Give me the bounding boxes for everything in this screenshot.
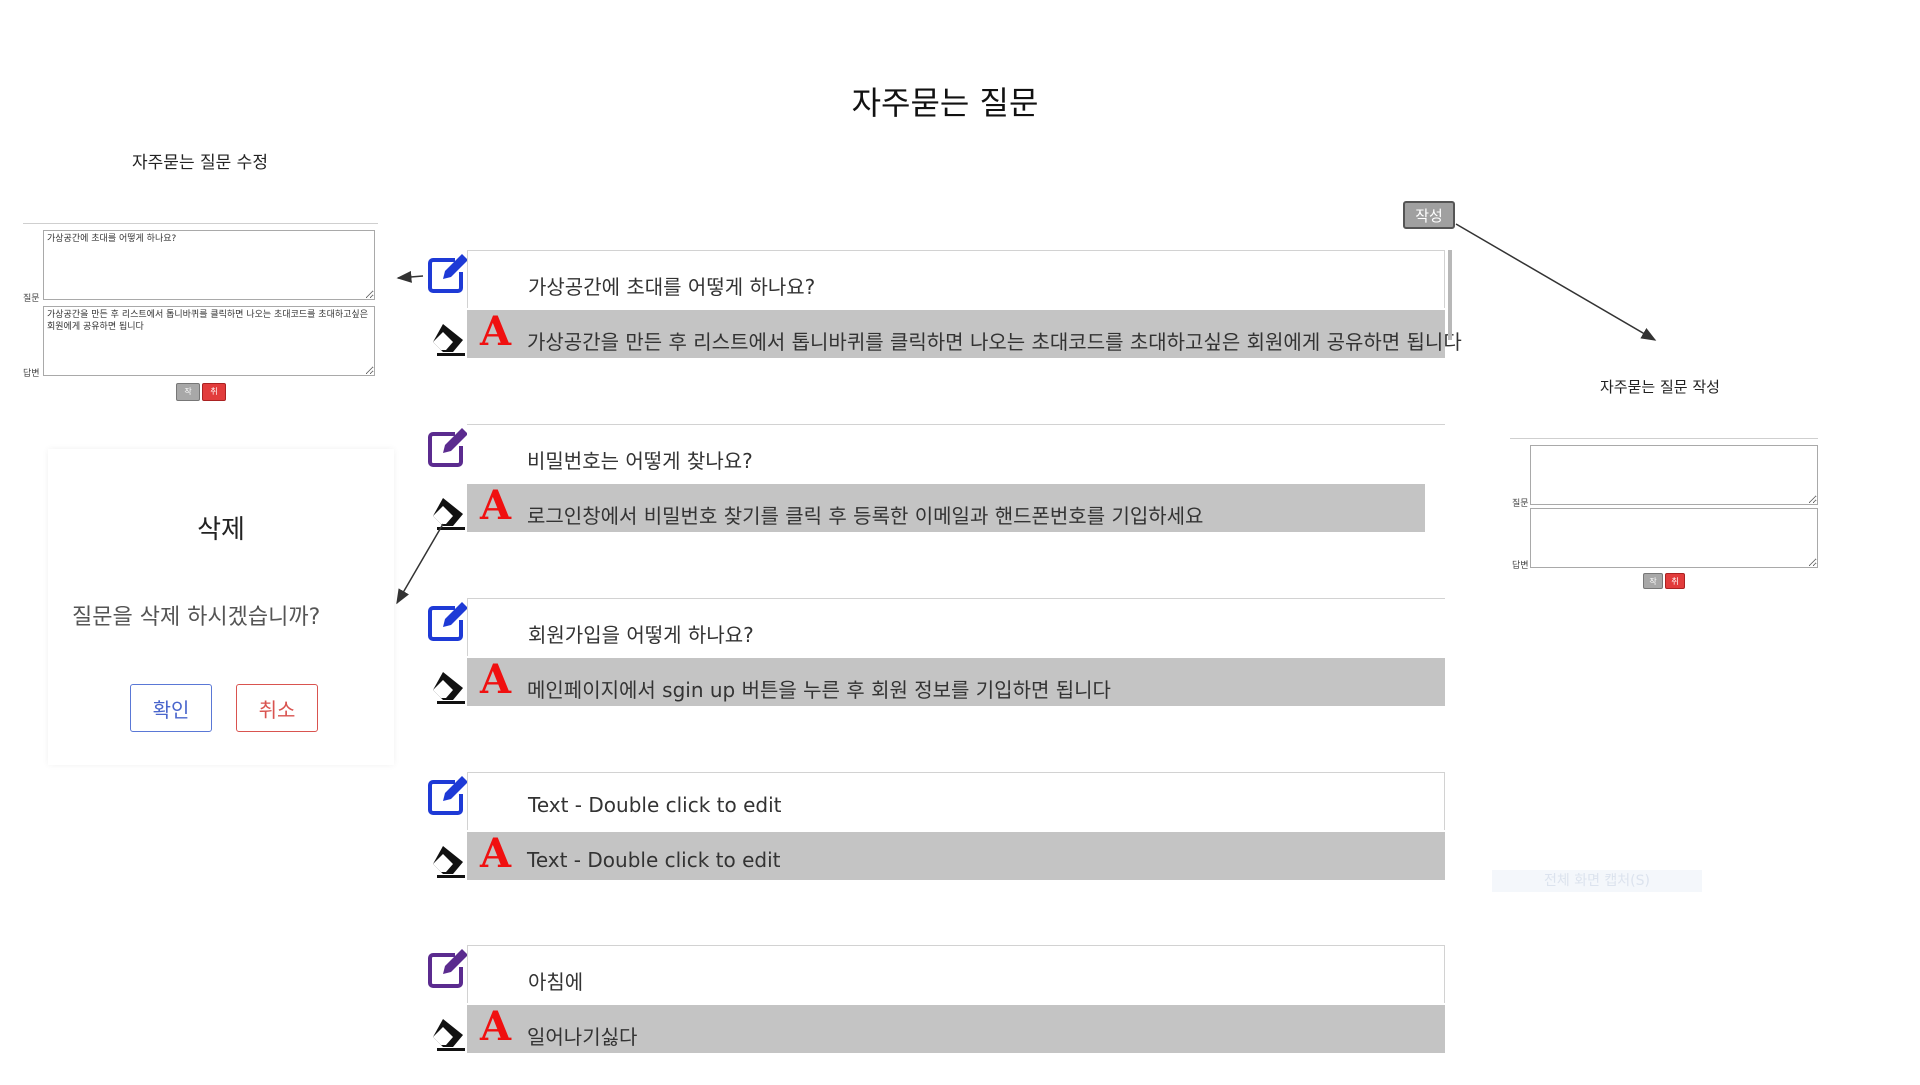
edit-square-icon[interactable] [425,252,469,296]
question-row[interactable]: 비밀번호는 어떻게 찾나요? [467,424,1445,482]
delete-cancel-button[interactable]: 취소 [236,684,318,732]
faq-item: Q 비밀번호는 어떻게 찾나요? A 로그인창에서 비밀번호 찾기를 클릭 후 … [425,422,1445,564]
question-text: 아침에 [528,970,584,994]
question-row[interactable]: Text - Double click to edit [467,772,1445,830]
edit-square-icon[interactable] [425,774,469,818]
answer-row[interactable]: 일어나기싫다 [467,1005,1445,1053]
question-text: 비밀번호는 어떻게 찾나요? [527,449,753,473]
answer-text: 로그인창에서 비밀번호 찾기를 클릭 후 등록한 이메일과 핸드폰번호를 기입하… [527,504,1204,528]
edit-panel-title: 자주묻는 질문 수정 [132,153,268,173]
answer-text: 메인페이지에서 sgin up 버튼을 누른 후 회원 정보를 기입하면 됩니다 [527,678,1111,702]
edit-question-label: 질문 [23,294,40,304]
question-row[interactable]: 아침에 [467,945,1445,1003]
edit-square-icon[interactable] [425,947,469,991]
delete-confirm-button[interactable]: 확인 [130,684,212,732]
add-panel-divider [1510,438,1818,439]
edit-square-icon[interactable] [425,426,469,470]
delete-dialog-title: 삭제 [197,515,245,545]
add-cancel-button[interactable]: 취소 [1665,573,1685,602]
arrow-to-add-panel [1455,223,1657,341]
arrow-to-edit-panel [396,270,424,283]
faq-item: Q 아침에 A 일어나기싫다 [425,943,1445,1085]
answer-row[interactable]: 가상공간을 만든 후 리스트에서 톱니바퀴를 클릭하면 나오는 초대코드를 초대… [467,310,1462,358]
faq-item: Q 회원가입을 어떻게 하나요? A 메인페이지에서 sgin up 버튼을 누… [425,596,1445,738]
answer-row[interactable]: 메인페이지에서 sgin up 버튼을 누른 후 회원 정보를 기입하면 됩니다 [467,658,1445,706]
add-answer-input[interactable] [1530,508,1818,568]
add-save-button[interactable]: 작성 [1643,573,1663,602]
answer-marker: A [480,656,512,703]
write-button[interactable]: 작성 [1403,201,1455,229]
question-text: 가상공간에 초대를 어떻게 하나요? [528,275,816,299]
edit-answer-input[interactable]: 가상공간을 만든 후 리스트에서 톱니바퀴를 클릭하면 나오는 초대코드를 초대… [43,306,375,376]
faded-capture-label: 전체 화면 캡처(S) [1492,870,1702,892]
question-text: Text - Double click to edit [528,793,782,817]
page-title: 자주묻는 질문 [851,84,1039,122]
add-question-input[interactable] [1530,445,1818,505]
edit-cancel-button[interactable]: 취소 [202,383,226,412]
add-answer-label: 답변 [1512,561,1529,571]
eraser-icon[interactable] [429,842,467,878]
answer-marker: A [480,1003,512,1050]
question-row[interactable]: 가상공간에 초대를 어떻게 하나요? [467,250,1445,308]
delete-dialog-message: 질문을 삭제 하시겠습니까? [72,605,321,630]
edit-square-icon[interactable] [425,600,469,644]
add-question-label: 질문 [1512,499,1529,509]
faq-item: Q 가상공간에 초대를 어떻게 하나요? A 가상공간을 만든 후 리스트에서 … [425,248,1462,390]
answer-text: Text - Double click to edit [527,848,781,872]
edit-save-button[interactable]: 작성 [176,383,200,412]
answer-row[interactable]: 로그인창에서 비밀번호 찾기를 클릭 후 등록한 이메일과 핸드폰번호를 기입하… [467,484,1425,532]
question-text: 회원가입을 어떻게 하나요? [528,623,754,647]
add-panel-title: 자주묻는 질문 작성 [1600,378,1720,396]
delete-dialog: 삭제 질문을 삭제 하시겠습니까? 확인 취소 [48,449,394,765]
edit-panel-divider [23,223,378,224]
edit-question-input[interactable]: 가상공간에 초대를 어떻게 하나요? [43,230,375,300]
eraser-icon[interactable] [429,494,467,530]
eraser-icon[interactable] [429,320,467,356]
answer-marker: A [480,830,512,877]
answer-text: 가상공간을 만든 후 리스트에서 톱니바퀴를 클릭하면 나오는 초대코드를 초대… [527,330,1462,354]
answer-marker: A [480,308,512,355]
eraser-icon[interactable] [429,1015,467,1051]
question-row[interactable]: 회원가입을 어떻게 하나요? [467,598,1445,656]
list-scrollbar[interactable] [1448,250,1452,340]
answer-text: 일어나기싫다 [527,1025,638,1049]
edit-answer-label: 답변 [23,369,40,379]
answer-marker: A [480,482,512,529]
eraser-icon[interactable] [429,668,467,704]
answer-row[interactable]: Text - Double click to edit [467,832,1445,880]
faq-item: Q Text - Double click to edit A Text - D… [425,770,1445,912]
